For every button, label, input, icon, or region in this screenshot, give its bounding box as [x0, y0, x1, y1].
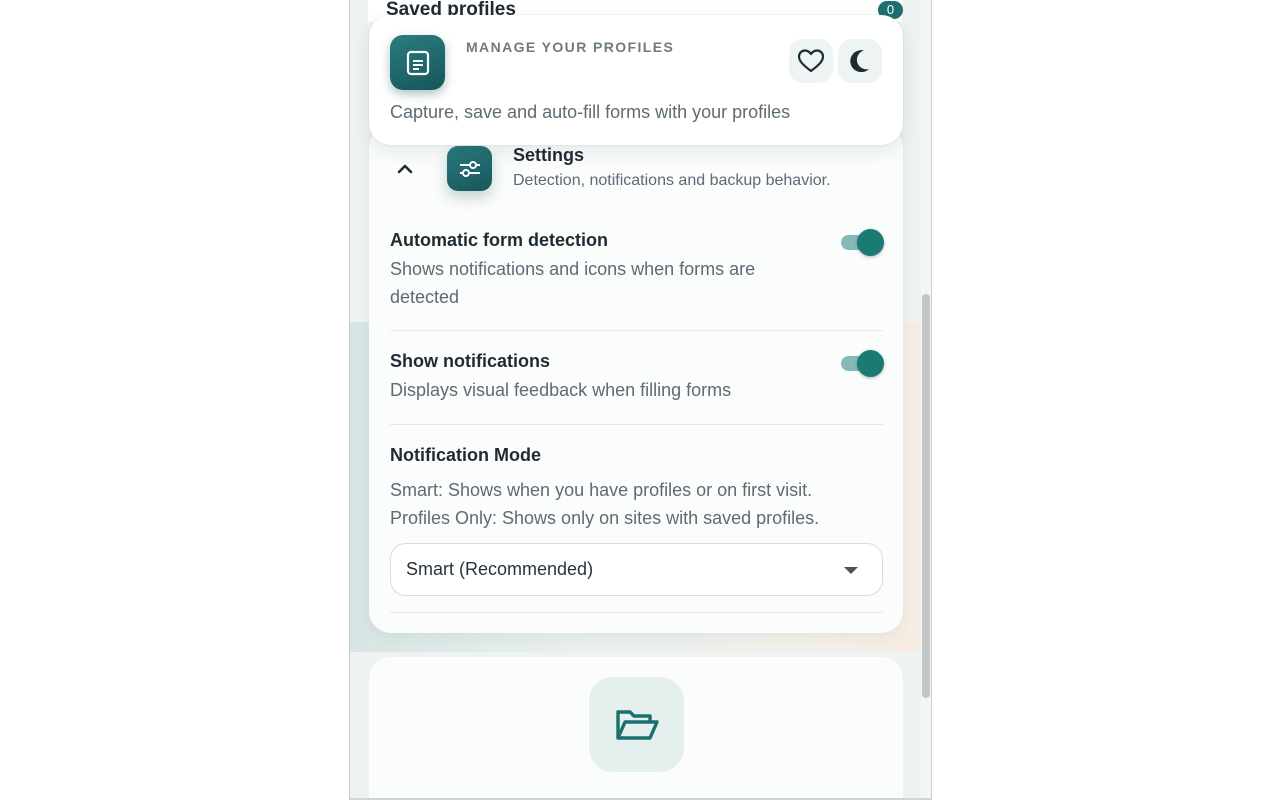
notifications-toggle[interactable]: [841, 350, 884, 377]
notifications-title: Show notifications: [390, 351, 550, 371]
notification-mode-setting: Notification Mode Smart: Shows when you …: [390, 445, 883, 532]
notification-mode-selected: Smart (Recommended): [406, 559, 594, 579]
auto-detect-title: Automatic form detection: [390, 230, 609, 250]
scrollbar-thumb[interactable]: [922, 294, 930, 698]
header-eyebrow: MANAGE YOUR PROFILES: [466, 39, 675, 55]
theme-toggle-button[interactable]: [838, 39, 882, 83]
document-icon: [390, 35, 445, 90]
heart-icon: [797, 49, 825, 73]
favorite-button[interactable]: [789, 39, 833, 83]
profiles-card: [369, 657, 903, 798]
caret-down-icon: [844, 567, 858, 574]
scrollbar-track[interactable]: [921, 0, 931, 798]
header-subtitle: Capture, save and auto-fill forms with y…: [390, 102, 791, 122]
auto-detect-toggle[interactable]: [841, 229, 884, 256]
auto-detect-description: Shows notifications and icons when forms…: [390, 259, 756, 307]
notification-mode-title: Notification Mode: [390, 445, 541, 465]
auto-detect-setting: Automatic form detection Shows notificat…: [390, 229, 884, 311]
folder-open-icon: [589, 677, 684, 772]
notifications-description: Displays visual feedback when filling fo…: [390, 380, 732, 400]
notification-mode-desc-smart: Smart: Shows when you have profiles or o…: [390, 480, 813, 500]
settings-section: Settings Detection, notifications and ba…: [369, 125, 903, 633]
notification-mode-select[interactable]: Smart (Recommended): [390, 543, 883, 596]
moon-icon: [850, 50, 869, 73]
sliders-icon: [447, 146, 492, 191]
extension-popup: Saved profiles 0 MANAGE YOUR PROFILES Ca…: [349, 0, 932, 800]
header-card: MANAGE YOUR PROFILES Capture, save and a…: [369, 15, 903, 145]
divider: [390, 424, 883, 425]
notifications-setting: Show notifications Displays visual feedb…: [390, 350, 884, 404]
notification-mode-desc-profiles: Profiles Only: Shows only on sites with …: [390, 508, 820, 528]
toggle-knob: [857, 229, 884, 256]
divider: [390, 612, 883, 613]
collapse-chevron-up-icon[interactable]: [395, 159, 415, 179]
divider: [390, 330, 883, 331]
settings-title[interactable]: Settings: [513, 145, 584, 166]
toggle-knob: [857, 350, 884, 377]
settings-subtitle: Detection, notifications and backup beha…: [513, 172, 831, 189]
